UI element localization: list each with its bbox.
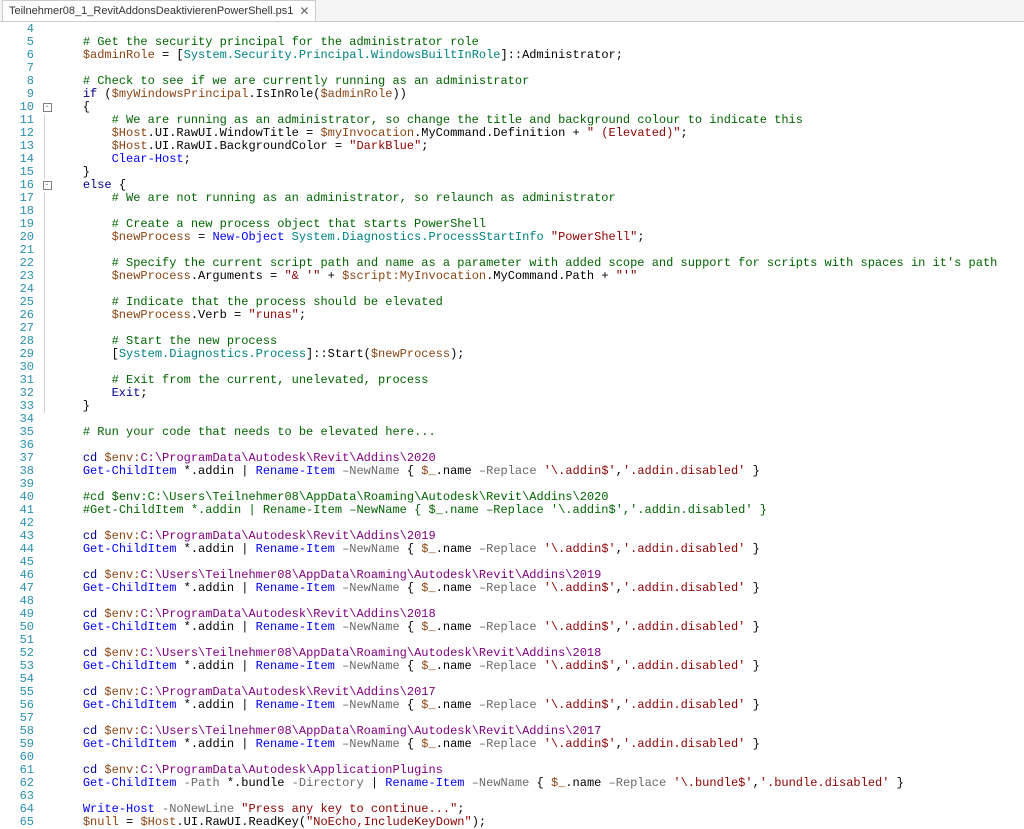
fold-cell (44, 335, 54, 348)
fold-cell (40, 595, 54, 608)
fold-cell (40, 49, 54, 62)
line-number: 65 (0, 816, 34, 829)
code-line[interactable]: $adminRole = [System.Security.Principal.… (54, 49, 1024, 62)
code-editor[interactable]: 4567891011121314151617181920212223242526… (0, 22, 1024, 829)
code-line[interactable]: Get-ChildItem *.addin | Rename-Item –New… (54, 621, 1024, 634)
fold-cell: - (40, 101, 54, 114)
fold-cell (40, 673, 54, 686)
fold-cell (40, 543, 54, 556)
fold-cell (40, 790, 54, 803)
fold-cell (44, 192, 54, 205)
code-line[interactable]: if ($myWindowsPrincipal.IsInRole($adminR… (54, 88, 1024, 101)
code-line[interactable]: } (54, 400, 1024, 413)
code-line[interactable]: $newProcess.Verb = "runas"; (54, 309, 1024, 322)
fold-cell (40, 647, 54, 660)
fold-cell (40, 36, 54, 49)
fold-cell (40, 712, 54, 725)
fold-cell (44, 231, 54, 244)
code-line[interactable]: $Host.UI.RawUI.BackgroundColor = "DarkBl… (54, 140, 1024, 153)
fold-cell (44, 166, 54, 179)
fold-cell (40, 738, 54, 751)
code-line[interactable]: Clear-Host; (54, 153, 1024, 166)
fold-cell (40, 504, 54, 517)
code-line[interactable]: $newProcess.Arguments = "& '" + $script:… (54, 270, 1024, 283)
fold-column: -- (40, 22, 54, 829)
code-line[interactable]: Get-ChildItem *.addin | Rename-Item –New… (54, 465, 1024, 478)
line-number-gutter: 4567891011121314151617181920212223242526… (0, 22, 40, 829)
fold-cell (40, 621, 54, 634)
fold-cell (40, 530, 54, 543)
code-line[interactable]: # Run your code that needs to be elevate… (54, 426, 1024, 439)
code-line[interactable]: Get-ChildItem -Path *.bundle -Directory … (54, 777, 1024, 790)
fold-cell: - (40, 179, 54, 192)
fold-cell (44, 127, 54, 140)
fold-cell (40, 582, 54, 595)
fold-cell (44, 205, 54, 218)
fold-cell (40, 517, 54, 530)
fold-cell (44, 348, 54, 361)
fold-toggle-icon[interactable]: - (43, 103, 52, 112)
fold-cell (40, 634, 54, 647)
fold-cell (40, 686, 54, 699)
code-line[interactable]: Exit; (54, 387, 1024, 400)
fold-cell (40, 413, 54, 426)
fold-cell (40, 426, 54, 439)
fold-cell (44, 257, 54, 270)
fold-cell (40, 803, 54, 816)
fold-cell (40, 439, 54, 452)
code-line[interactable]: #Get-ChildItem *.addin | Rename-Item –Ne… (54, 504, 1024, 517)
close-icon[interactable]: ✕ (299, 5, 309, 17)
fold-cell (44, 322, 54, 335)
fold-cell (40, 62, 54, 75)
file-tab[interactable]: Teilnehmer08_1_RevitAddonsDeaktivierenPo… (2, 0, 316, 21)
fold-cell (44, 140, 54, 153)
code-line[interactable]: Get-ChildItem *.addin | Rename-Item –New… (54, 582, 1024, 595)
fold-cell (40, 569, 54, 582)
code-line[interactable]: Get-ChildItem *.addin | Rename-Item –New… (54, 543, 1024, 556)
code-line[interactable]: Get-ChildItem *.addin | Rename-Item –New… (54, 738, 1024, 751)
fold-cell (40, 556, 54, 569)
fold-cell (44, 400, 54, 413)
fold-cell (44, 270, 54, 283)
code-line[interactable]: } (54, 166, 1024, 179)
code-line[interactable]: # We are not running as an administrator… (54, 192, 1024, 205)
fold-cell (40, 777, 54, 790)
fold-cell (40, 491, 54, 504)
fold-cell (44, 283, 54, 296)
fold-cell (40, 764, 54, 777)
code-area[interactable]: # Get the security principal for the adm… (54, 22, 1024, 829)
code-line[interactable]: # Exit from the current, unelevated, pro… (54, 374, 1024, 387)
fold-toggle-icon[interactable]: - (43, 181, 52, 190)
fold-cell (40, 699, 54, 712)
fold-cell (44, 387, 54, 400)
fold-cell (40, 478, 54, 491)
tab-title: Teilnehmer08_1_RevitAddonsDeaktivierenPo… (9, 6, 293, 17)
fold-cell (44, 244, 54, 257)
fold-cell (44, 374, 54, 387)
tab-bar: Teilnehmer08_1_RevitAddonsDeaktivierenPo… (0, 0, 1024, 22)
code-line[interactable]: $null = $Host.UI.RawUI.ReadKey("NoEcho,I… (54, 816, 1024, 829)
fold-cell (40, 816, 54, 829)
fold-cell (40, 660, 54, 673)
fold-cell (44, 218, 54, 231)
fold-cell (40, 23, 54, 36)
code-line[interactable]: Get-ChildItem *.addin | Rename-Item –New… (54, 699, 1024, 712)
fold-cell (44, 153, 54, 166)
fold-cell (44, 361, 54, 374)
fold-cell (40, 751, 54, 764)
fold-cell (40, 452, 54, 465)
code-line[interactable]: [System.Diagnostics.Process]::Start($new… (54, 348, 1024, 361)
fold-cell (40, 608, 54, 621)
fold-cell (44, 309, 54, 322)
fold-cell (40, 465, 54, 478)
fold-cell (40, 88, 54, 101)
fold-cell (44, 114, 54, 127)
fold-cell (44, 296, 54, 309)
fold-cell (40, 75, 54, 88)
fold-cell (40, 725, 54, 738)
code-line[interactable]: $newProcess = New-Object System.Diagnost… (54, 231, 1024, 244)
code-line[interactable]: Get-ChildItem *.addin | Rename-Item –New… (54, 660, 1024, 673)
